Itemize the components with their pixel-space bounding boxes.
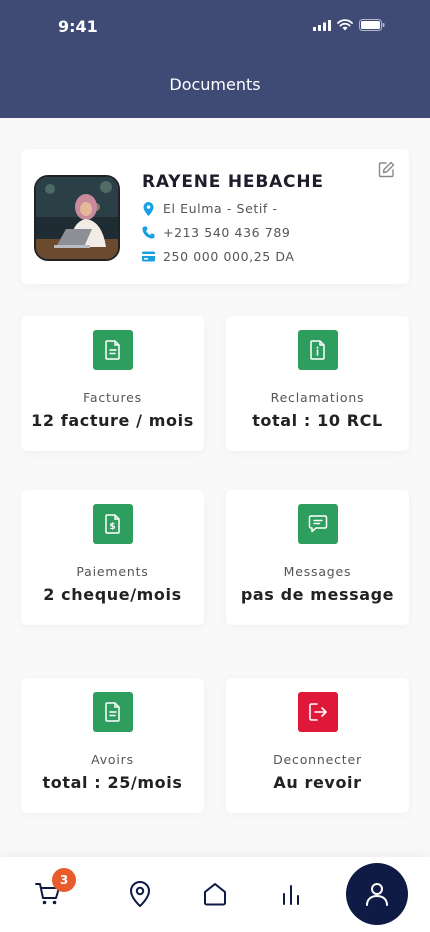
location-row: El Eulma - Setif - bbox=[142, 201, 278, 216]
location-icon bbox=[129, 881, 151, 907]
nav-home[interactable] bbox=[200, 879, 230, 909]
avatar bbox=[34, 175, 120, 261]
stats-icon bbox=[283, 885, 299, 905]
tile-label: Avoirs bbox=[91, 752, 134, 767]
home-icon bbox=[204, 883, 226, 906]
header: 9:41 Documents bbox=[0, 0, 430, 118]
nav-profile-button[interactable] bbox=[346, 863, 408, 925]
wifi-icon bbox=[337, 19, 353, 31]
status-icons bbox=[313, 19, 385, 31]
tile-label: Factures bbox=[83, 390, 142, 405]
tile-label: Reclamations bbox=[270, 390, 365, 405]
profile-location: El Eulma - Setif - bbox=[163, 201, 278, 216]
tile-value: total : 10 RCL bbox=[252, 411, 383, 430]
location-pin-icon bbox=[143, 201, 154, 216]
profile-icon bbox=[366, 883, 388, 906]
battery-icon bbox=[359, 19, 385, 31]
tile-label: Messages bbox=[283, 564, 352, 579]
signal-icon bbox=[313, 19, 331, 31]
tile-label: Paiements bbox=[76, 564, 149, 579]
phone-row: +213 540 436 789 bbox=[142, 225, 290, 240]
balance-row: 250 000 000,25 DA bbox=[142, 249, 295, 264]
edit-icon[interactable] bbox=[378, 161, 395, 178]
tile-factures[interactable]: Factures 12 facture / mois bbox=[21, 316, 204, 451]
phone-icon bbox=[142, 226, 155, 239]
message-icon bbox=[298, 504, 338, 544]
tile-deconnecter[interactable]: Deconnecter Au revoir bbox=[226, 678, 409, 813]
tile-label: Deconnecter bbox=[273, 752, 362, 767]
svg-text:$: $ bbox=[109, 522, 115, 532]
tile-value: total : 25/mois bbox=[42, 773, 183, 792]
tile-messages[interactable]: Messages pas de message bbox=[226, 490, 409, 625]
tile-value: pas de message bbox=[240, 585, 395, 604]
tile-avoirs[interactable]: Avoirs total : 25/mois bbox=[21, 678, 204, 813]
profile-phone: +213 540 436 789 bbox=[163, 225, 291, 240]
info-document-icon bbox=[298, 330, 338, 370]
credit-note-icon bbox=[93, 692, 133, 732]
tile-reclamations[interactable]: Reclamations total : 10 RCL bbox=[226, 316, 409, 451]
dollar-document-icon: $ bbox=[93, 504, 133, 544]
nav-location[interactable] bbox=[125, 879, 155, 909]
profile-card: RAYENE HEBACHE El Eulma - Setif - +213 5… bbox=[21, 149, 409, 284]
tile-value: Au revoir bbox=[273, 773, 362, 792]
cart-badge: 3 bbox=[52, 868, 76, 892]
profile-name: RAYENE HEBACHE bbox=[142, 172, 324, 192]
page-title: Documents bbox=[169, 75, 261, 94]
bottom-nav: 3 bbox=[0, 857, 430, 932]
tile-value: 12 facture / mois bbox=[31, 411, 194, 430]
tile-value: 2 cheque/mois bbox=[43, 585, 182, 604]
logout-icon bbox=[298, 692, 338, 732]
tile-paiements[interactable]: $ Paiements 2 cheque/mois bbox=[21, 490, 204, 625]
card-icon bbox=[142, 251, 155, 262]
invoice-icon bbox=[93, 330, 133, 370]
status-time: 9:41 bbox=[58, 17, 98, 36]
nav-stats[interactable] bbox=[276, 879, 306, 909]
profile-balance: 250 000 000,25 DA bbox=[163, 249, 295, 264]
